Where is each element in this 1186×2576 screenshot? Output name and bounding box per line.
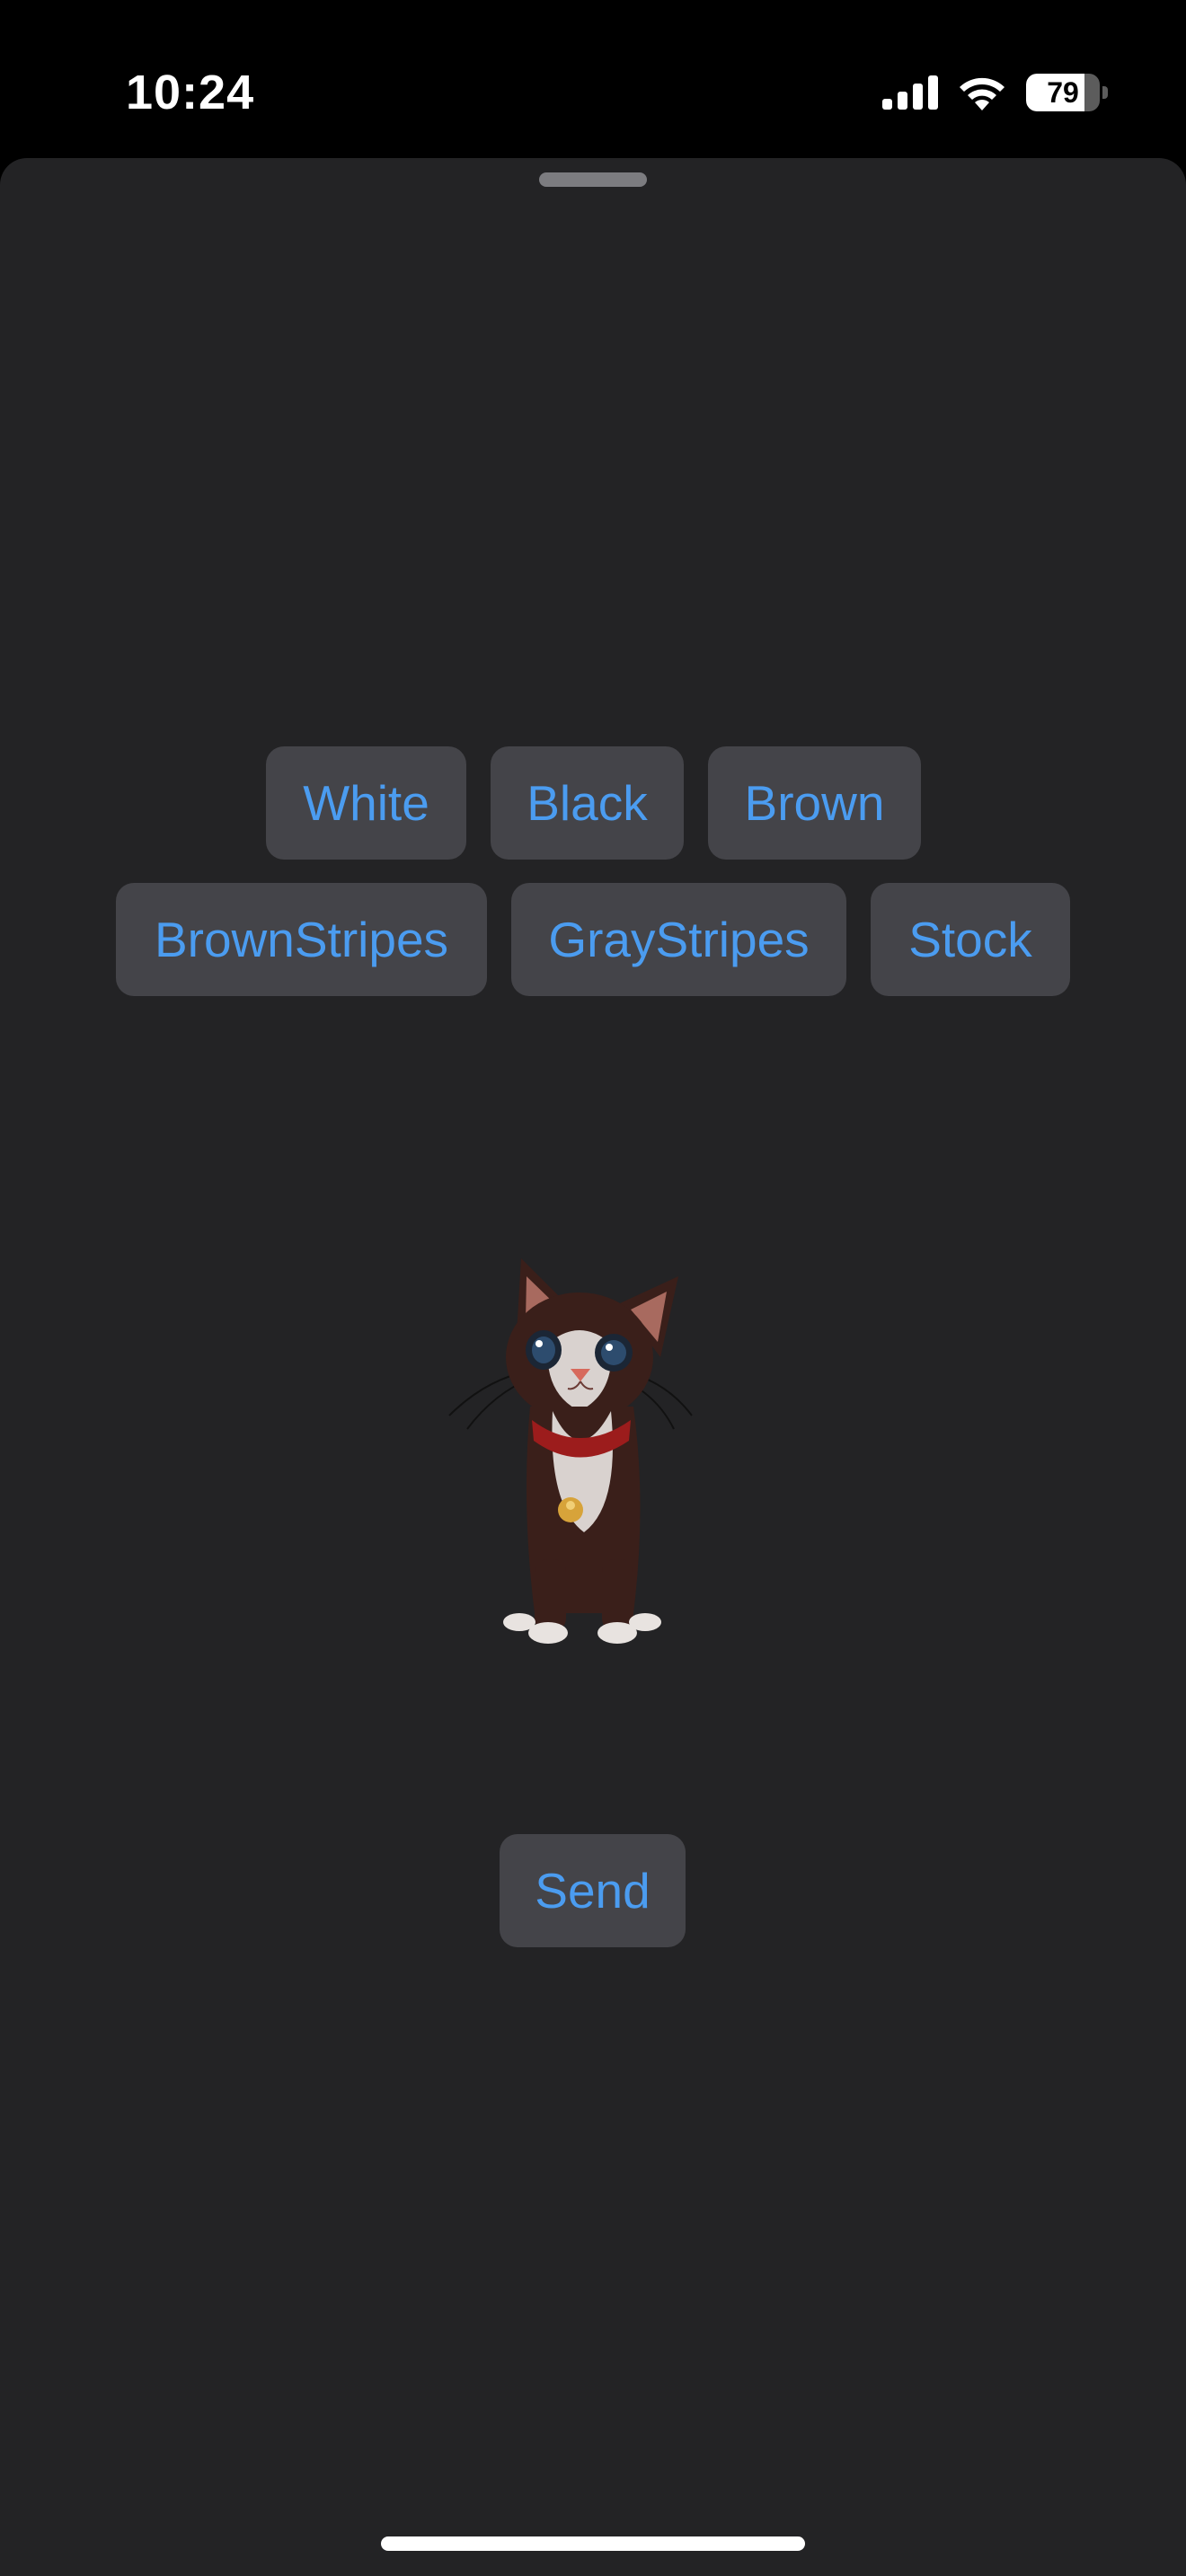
graystripes-color-button[interactable]: GrayStripes: [511, 883, 846, 996]
cat-model-image: [448, 1258, 693, 1644]
brownstripes-color-button[interactable]: BrownStripes: [116, 883, 487, 996]
brown-color-button[interactable]: Brown: [708, 746, 921, 860]
bottom-sheet: White Black Brown BrownStripes GrayStrip…: [0, 158, 1186, 2576]
battery-level: 79: [1047, 76, 1079, 109]
send-button[interactable]: Send: [500, 1834, 686, 1947]
wifi-icon: [960, 77, 1005, 110]
home-indicator[interactable]: [381, 2536, 805, 2551]
status-bar: 10:24 79: [0, 0, 1186, 158]
black-color-button[interactable]: Black: [491, 746, 684, 860]
status-icons: 79: [882, 74, 1108, 111]
cellular-signal-icon: [882, 75, 938, 110]
sheet-grabber[interactable]: [539, 172, 647, 187]
status-time: 10:24: [126, 66, 255, 119]
stock-color-button[interactable]: Stock: [871, 883, 1070, 996]
battery-icon: 79: [1026, 74, 1108, 111]
white-color-button[interactable]: White: [266, 746, 466, 860]
